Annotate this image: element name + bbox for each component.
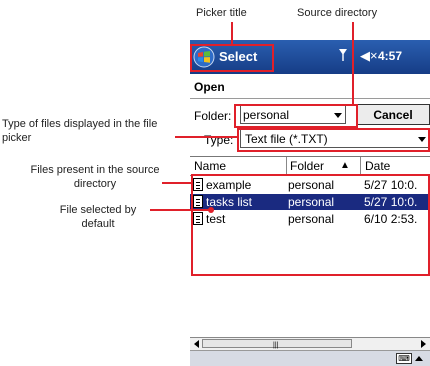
- callout-file-selected: File selected by default: [59, 204, 137, 230]
- cancel-button[interactable]: Cancel: [356, 104, 430, 125]
- highlight-picker-title: [190, 44, 274, 72]
- sort-ascending-icon: ▲: [340, 160, 350, 171]
- scroll-left-icon[interactable]: [194, 340, 199, 348]
- column-header-folder[interactable]: Folder: [290, 159, 324, 173]
- callout-source-directory: Source directory: [297, 7, 378, 19]
- speaker-muted-icon[interactable]: ◀×: [360, 48, 378, 64]
- highlight-file-list: [191, 174, 430, 276]
- leader-file-type: [175, 136, 238, 138]
- column-header-date[interactable]: Date: [365, 159, 390, 173]
- scrollbar-grip: |||: [273, 342, 279, 349]
- callout-files-present: Files present in the source directory: [30, 164, 160, 190]
- clock-time[interactable]: 4:57: [378, 49, 402, 63]
- horizontal-scrollbar[interactable]: |||: [190, 337, 430, 350]
- keyboard-icon[interactable]: ⌨: [396, 353, 412, 364]
- scrollbar-thumb[interactable]: |||: [202, 339, 352, 349]
- menu-bar: ⌨: [190, 350, 430, 366]
- pointer-dot: [208, 207, 214, 213]
- input-panel-arrow-icon[interactable]: [415, 356, 423, 361]
- highlight-source-directory: [234, 104, 358, 128]
- dialog-heading: Open: [194, 80, 225, 94]
- leader-source-directory: [352, 22, 354, 106]
- folder-label: Folder:: [194, 109, 232, 123]
- leader-file-selected: [150, 209, 210, 211]
- scroll-right-icon[interactable]: [421, 340, 426, 348]
- heading-divider: [190, 98, 430, 99]
- callout-picker-title: Picker title: [196, 7, 247, 19]
- highlight-file-type: [237, 128, 430, 152]
- signal-antenna-icon[interactable]: [338, 48, 348, 62]
- callout-type-of-files: Type of files displayed in the file pick…: [2, 118, 158, 144]
- column-header-name[interactable]: Name: [194, 159, 226, 173]
- leader-files-present: [162, 182, 192, 184]
- column-divider[interactable]: [360, 157, 361, 175]
- leader-picker-title: [231, 22, 233, 46]
- column-divider[interactable]: [286, 157, 287, 175]
